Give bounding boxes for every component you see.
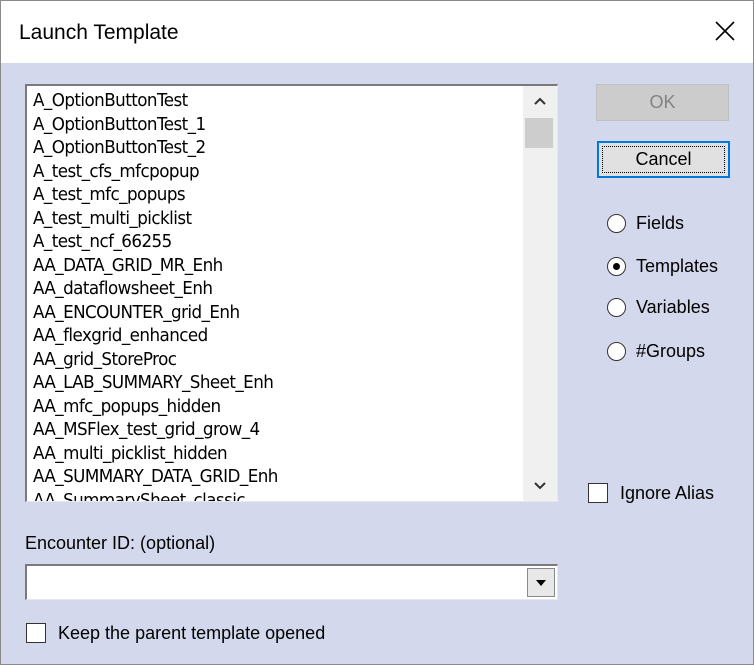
- chevron-down-icon: [534, 482, 546, 490]
- encounter-id-label: Encounter ID: (optional): [25, 533, 216, 553]
- radio-variables[interactable]: Variables: [607, 294, 710, 320]
- list-item[interactable]: AA_dataflowsheet_Enh: [33, 277, 489, 301]
- radio-variables-indicator[interactable]: [607, 297, 626, 317]
- list-item[interactable]: AA_MSFlex_test_grid_grow_4: [33, 418, 489, 442]
- keep-parent-option[interactable]: Keep the parent template opened: [26, 620, 325, 646]
- keep-parent-checkbox[interactable]: [26, 623, 46, 643]
- close-icon: [715, 21, 735, 41]
- dropdown-arrow-icon: [536, 579, 546, 586]
- list-item[interactable]: A_test_mfc_popups: [33, 183, 489, 207]
- chevron-up-icon: [534, 97, 546, 105]
- radio-fields[interactable]: Fields: [607, 210, 684, 236]
- ignore-alias-label: Ignore Alias: [620, 482, 715, 503]
- list-item[interactable]: AA_SUMMARY_DATA_GRID_Enh: [33, 465, 489, 489]
- list-item[interactable]: A_test_cfs_mfcpopup: [33, 160, 489, 184]
- ignore-alias-option[interactable]: Ignore Alias: [588, 480, 714, 506]
- encounter-id-combobox[interactable]: [25, 564, 558, 600]
- radio-fields-label: Fields: [636, 212, 685, 233]
- list-item[interactable]: AA_DATA_GRID_MR_Enh: [33, 254, 489, 278]
- list-item[interactable]: A_test_multi_picklist: [33, 207, 489, 231]
- ok-button[interactable]: OK: [596, 84, 729, 121]
- list-item[interactable]: AA_flexgrid_enhanced: [33, 324, 489, 348]
- title-bar: Launch Template: [1, 1, 753, 63]
- radio-groups[interactable]: #Groups: [607, 338, 705, 364]
- scroll-down-button[interactable]: [523, 471, 557, 501]
- radio-templates[interactable]: Templates: [607, 253, 718, 279]
- scroll-thumb[interactable]: [525, 118, 553, 148]
- focus-rectangle: [602, 146, 725, 173]
- ok-button-label: OK: [649, 92, 676, 112]
- list-item[interactable]: A_OptionButtonTest_1: [33, 113, 489, 137]
- radio-groups-label: #Groups: [636, 340, 706, 361]
- cancel-button[interactable]: Cancel: [597, 141, 730, 178]
- radio-templates-label: Templates: [636, 255, 719, 276]
- keep-parent-label: Keep the parent template opened: [58, 622, 326, 643]
- scroll-up-button[interactable]: [523, 86, 557, 116]
- list-item[interactable]: AA_LAB_SUMMARY_Sheet_Enh: [33, 371, 489, 395]
- radio-templates-indicator[interactable]: [607, 256, 626, 276]
- list-item[interactable]: AA_multi_picklist_hidden: [33, 442, 489, 466]
- template-list-items: A_OptionButtonTest A_OptionButtonTest_1 A_…: [33, 89, 523, 502]
- close-button[interactable]: [703, 9, 747, 53]
- list-item[interactable]: A_OptionButtonTest_2: [33, 136, 489, 160]
- template-listbox[interactable]: A_OptionButtonTest A_OptionButtonTest_1 A_…: [25, 84, 558, 502]
- launch-template-dialog: Launch Template A_OptionButtonTest A_Opti…: [0, 0, 754, 665]
- list-item[interactable]: AA_mfc_popups_hidden: [33, 395, 489, 419]
- list-item[interactable]: AA_ENCOUNTER_grid_Enh: [33, 301, 489, 325]
- list-item[interactable]: AA_SummarySheet_classic: [33, 489, 489, 502]
- ignore-alias-checkbox[interactable]: [588, 483, 608, 503]
- radio-variables-label: Variables: [636, 296, 710, 317]
- radio-groups-indicator[interactable]: [607, 341, 626, 361]
- vertical-scrollbar[interactable]: [523, 86, 557, 501]
- list-item[interactable]: A_OptionButtonTest: [33, 89, 489, 113]
- radio-fields-indicator[interactable]: [607, 213, 626, 233]
- encounter-dropdown-button[interactable]: [527, 568, 555, 597]
- dialog-title: Launch Template: [19, 21, 179, 44]
- list-item[interactable]: AA_grid_StoreProc: [33, 348, 489, 372]
- list-item[interactable]: A_test_ncf_66255: [33, 230, 489, 254]
